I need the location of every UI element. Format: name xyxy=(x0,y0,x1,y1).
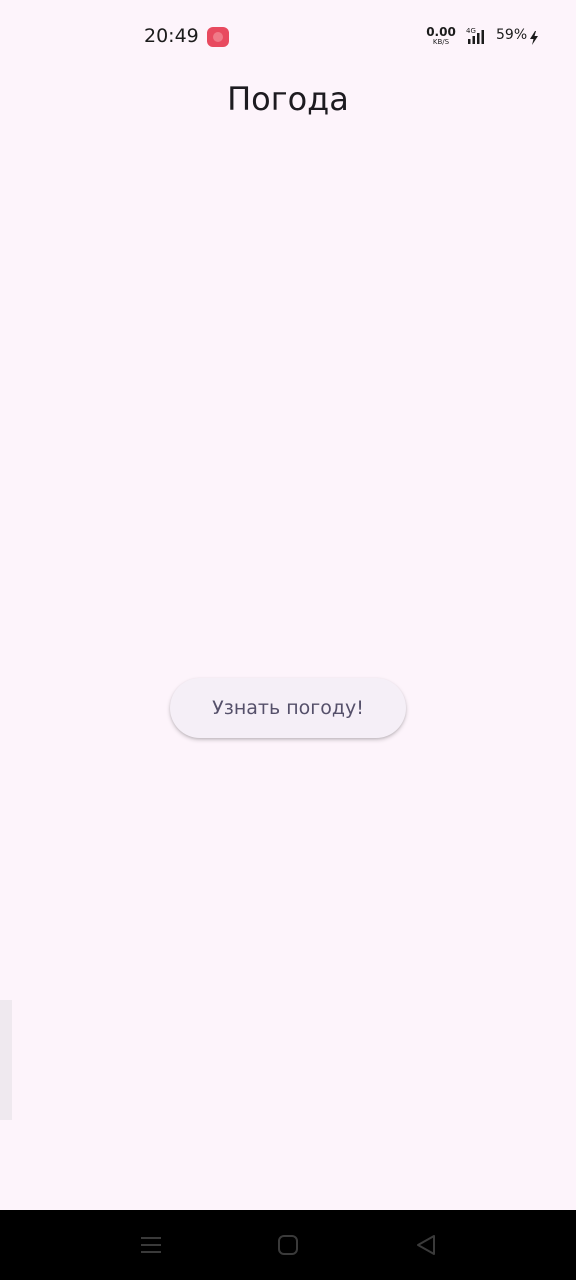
nav-home-button[interactable] xyxy=(268,1228,308,1262)
menu-icon xyxy=(141,1237,161,1253)
signal-4g-icon: 4G xyxy=(466,27,484,44)
svg-text:4G: 4G xyxy=(466,27,476,35)
network-speed: 0.00 KB/S xyxy=(426,26,456,46)
edge-handle xyxy=(0,1000,12,1120)
status-bar: 20:49 0.00 KB/S 4G 59% xyxy=(0,0,576,72)
app-notification-icon xyxy=(207,27,229,47)
battery-percentage: 59% xyxy=(496,27,528,43)
network-speed-value: 0.00 xyxy=(426,25,456,39)
get-weather-button[interactable]: Узнать погоду! xyxy=(170,678,406,738)
home-icon xyxy=(278,1235,298,1255)
page-title: Погода xyxy=(227,80,349,118)
back-icon xyxy=(417,1235,435,1255)
network-speed-unit: KB/S xyxy=(432,38,450,46)
status-time: 20:49 xyxy=(144,25,199,47)
nav-menu-button[interactable] xyxy=(131,1228,171,1262)
charging-bolt-icon xyxy=(530,31,538,45)
nav-back-button[interactable] xyxy=(406,1228,446,1262)
navigation-bar xyxy=(0,1210,576,1280)
